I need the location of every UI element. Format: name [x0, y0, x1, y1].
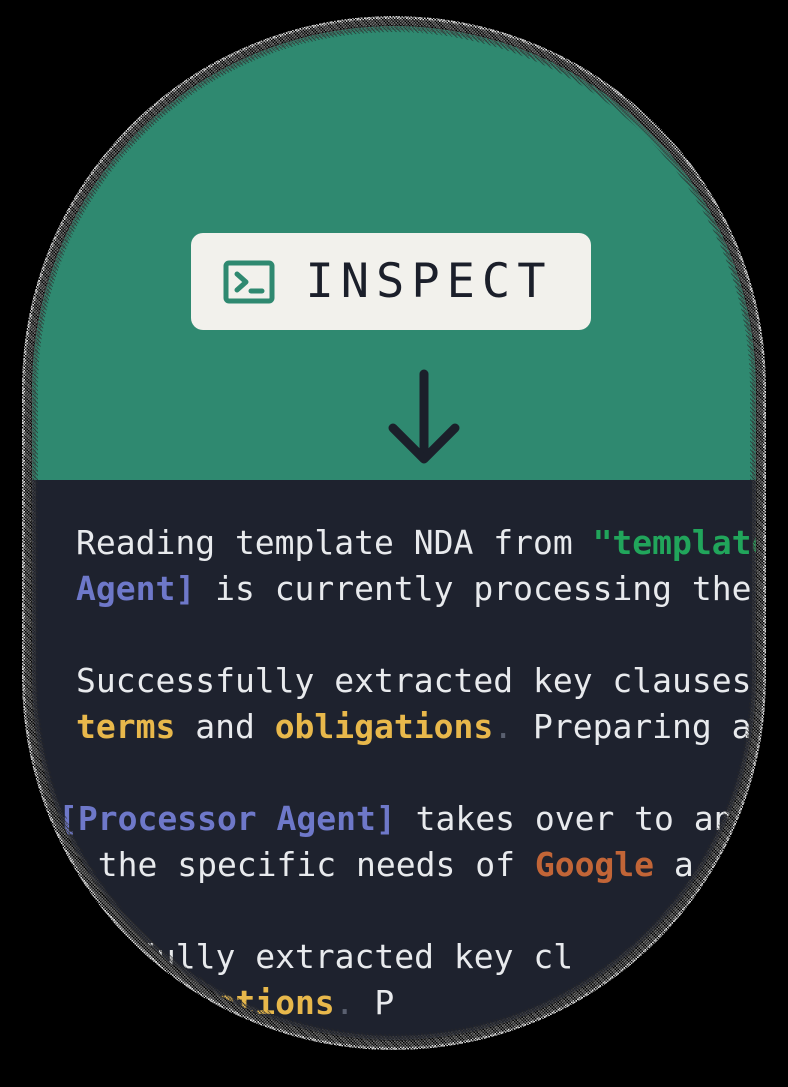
terminal-text-segment: and — [175, 707, 275, 746]
terminal-line: [Processor Agent] takes over to anal — [58, 796, 756, 842]
arrow-down-icon — [359, 364, 489, 472]
terminal-text-segment: P — [354, 983, 395, 1022]
terminal-text-segment: . — [493, 707, 514, 746]
terminal-text-segment: "template_N — [592, 523, 756, 562]
hero-section: INSPECT — [32, 26, 756, 480]
terminal-text-segment: Preparing anal — [532, 707, 756, 746]
terminal-lines: Reading template NDA from "template_NAge… — [58, 520, 756, 1026]
terminal-text-segment: bligations — [136, 983, 335, 1022]
terminal-line: r the specific needs of Google a — [58, 842, 756, 888]
terminal-text-segment: Successfully extracted key clauses in — [76, 661, 756, 700]
inspect-badge[interactable]: INSPECT — [191, 233, 591, 330]
terminal-line: terms and obligations. Preparing anal — [76, 704, 756, 750]
terminal-text-segment: is currently processing the fi — [195, 569, 756, 608]
terminal-line: bligations. P — [136, 980, 756, 1026]
terminal-text-segment: obligations — [274, 707, 494, 746]
terminal-line: Reading template NDA from "template_N — [76, 520, 756, 566]
terminal-text-segment: a — [654, 845, 694, 884]
inspect-badge-label: INSPECT — [305, 254, 553, 309]
terminal-line: Agent] is currently processing the fi — [76, 566, 756, 612]
terminal-text-segment: r the specific needs of — [58, 845, 535, 884]
terminal-line: fully extracted key cl — [136, 934, 756, 980]
terminal-text-segment: terms — [76, 707, 176, 746]
terminal-output[interactable]: Reading template NDA from "template_NAge… — [32, 480, 756, 1040]
terminal-text-segment: Google — [534, 845, 655, 884]
terminal-text-segment: Reading template NDA from — [76, 523, 593, 562]
terminal-text-segment: [Processor Agent] — [58, 799, 396, 838]
terminal-line: Successfully extracted key clauses in — [76, 658, 756, 704]
rounded-capsule-container: INSPECT Reading template NDA from "templ… — [32, 26, 756, 1040]
terminal-text-segment: . — [334, 983, 355, 1022]
terminal-text-segment: Agent] — [76, 569, 196, 608]
terminal-text-segment: fully extracted key cl — [136, 937, 574, 976]
terminal-icon — [223, 260, 275, 304]
terminal-text-segment: takes over to anal — [395, 799, 756, 838]
screenshot-canvas: INSPECT Reading template NDA from "templ… — [0, 0, 788, 1087]
